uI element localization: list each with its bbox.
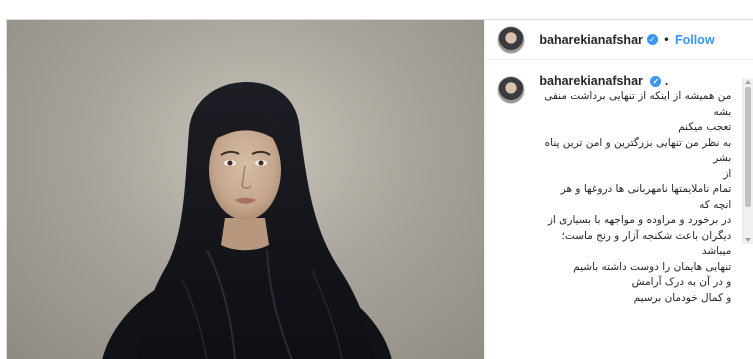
portrait-image <box>102 82 392 359</box>
caption-verified-badge-icon: ✓ <box>650 76 662 88</box>
caption-body: baharekianafshar ✓ . من همیشه از اینکه ا… <box>539 72 735 306</box>
post-header: baharekianafshar ✓ • Follow <box>485 20 753 60</box>
post-photo[interactable] <box>7 20 485 359</box>
scroll-up-arrow-icon[interactable] <box>745 80 751 84</box>
caption-row: baharekianafshar ✓ . من همیشه از اینکه ا… <box>485 72 753 306</box>
scroll-thumb[interactable] <box>745 87 751 207</box>
caption-suffix: . <box>664 74 669 88</box>
username-link[interactable]: baharekianafshar <box>539 33 643 47</box>
comments-section[interactable]: baharekianafshar ✓ . من همیشه از اینکه ا… <box>485 72 753 359</box>
comments-scrollbar[interactable] <box>742 78 753 244</box>
post-container: baharekianafshar ✓ • Follow baharekianaf… <box>6 19 753 359</box>
scroll-down-arrow-icon[interactable] <box>745 238 751 242</box>
caption-text: من همیشه از اینکه از تنهایی برداشت منفی … <box>544 90 732 304</box>
caption-username-link[interactable]: baharekianafshar <box>539 74 643 88</box>
avatar[interactable] <box>497 25 526 54</box>
caption-username-line: baharekianafshar ✓ . <box>539 74 735 88</box>
caption-avatar[interactable] <box>497 76 526 104</box>
separator-dot: • <box>662 32 670 47</box>
follow-button[interactable]: Follow <box>675 33 715 47</box>
post-side-panel: baharekianafshar ✓ • Follow baharekianaf… <box>484 20 753 359</box>
verified-badge-icon: ✓ <box>646 34 658 45</box>
